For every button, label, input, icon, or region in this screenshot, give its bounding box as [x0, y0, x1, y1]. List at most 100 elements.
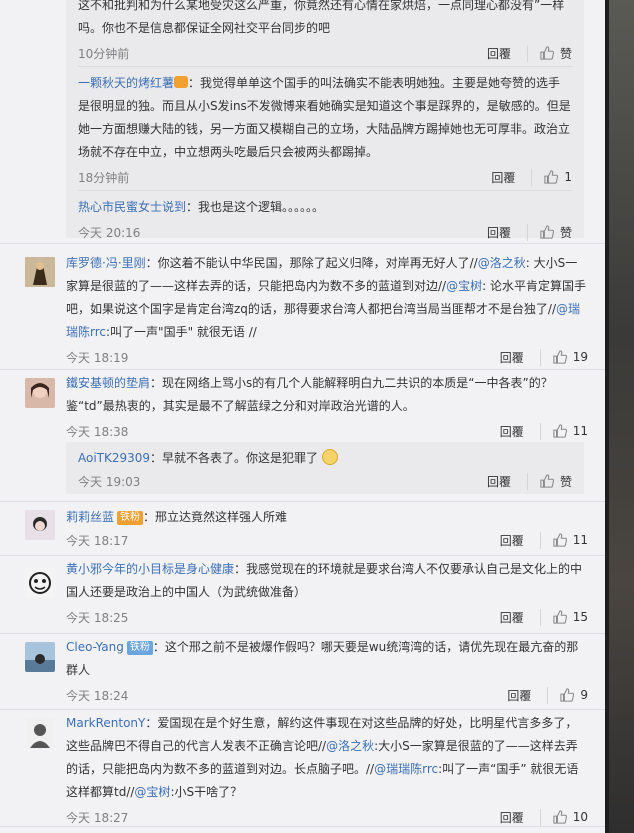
reply-username[interactable]: 热心市民蜜女士说到 — [78, 200, 186, 214]
like-button[interactable]: 15 — [541, 610, 588, 624]
comment-text: 库罗德·冯·里刚：你这着不能认中华民国，那除了起义归降，对岸再无好人了//@洛之… — [66, 252, 588, 344]
comment-username[interactable]: 黄小邪今年的小目标是身心健康 — [66, 562, 234, 576]
comment-item: 莉莉丝蓝 铁粉 ：邢立达竟然这样强人所难 今天 18:17 回覆 11 — [0, 501, 605, 555]
like-count: 19 — [572, 350, 588, 364]
thumbs-up-icon — [553, 810, 567, 824]
like-button[interactable]: 赞 — [528, 473, 572, 490]
thumbs-up-icon — [553, 610, 567, 624]
like-label: 赞 — [559, 46, 572, 61]
like-count: 15 — [572, 610, 588, 624]
background-photo — [605, 0, 634, 833]
comment-username[interactable]: Cleo-Yang — [66, 640, 124, 654]
like-count: 9 — [580, 688, 588, 702]
fan-badge: 铁粉 — [126, 641, 153, 655]
thumbs-up-icon — [540, 474, 554, 488]
mention-link[interactable]: @洛之秋 — [326, 739, 374, 753]
comment-text: Cleo-Yang 铁粉 ：这个邢之前不是被爆作假吗？哪天要是wu统湾湾的话，请优先… — [66, 636, 588, 682]
comment-text-part: ：邢立达竟然这样强人所难 — [143, 510, 288, 524]
like-button[interactable]: 11 — [541, 424, 588, 438]
avatar[interactable] — [25, 568, 55, 598]
reply-button[interactable]: 回覆 — [487, 223, 528, 241]
comment-username[interactable]: 库罗德·冯·里刚 — [66, 256, 146, 270]
nested-reply-text: 这不和批判和为什么某地受灾这么严重，你竟然还有心情在家烘焙，一点同理心都没有”一… — [78, 0, 565, 35]
comment-text-part: :叫了一声"国手" 就很无语 // — [106, 325, 257, 339]
like-count: 10 — [572, 810, 588, 824]
reply-button[interactable]: 回覆 — [500, 422, 541, 440]
avatar[interactable] — [25, 642, 55, 672]
nested-reply-text: ：我也是这个逻辑。。。。。。 — [186, 200, 325, 214]
comment-username[interactable]: 莉莉丝蓝 — [66, 510, 114, 524]
avatar[interactable] — [25, 718, 55, 748]
comment-time: 今天 18:19 — [66, 350, 129, 365]
comment-time: 今天 18:38 — [66, 424, 129, 439]
comment-time: 今天 18:24 — [66, 688, 129, 703]
thumbs-up-icon — [540, 225, 554, 239]
thumbs-up-icon — [553, 533, 567, 547]
reply-button[interactable]: 回覆 — [500, 608, 541, 626]
reply-time: 今天 19:03 — [78, 474, 141, 489]
reply-username[interactable]: 一颗秋天的烤红薯 — [78, 76, 174, 90]
nested-reply: 这不和批判和为什么某地受灾这么严重，你竟然还有心情在家烘焙，一点同理心都没有”一… — [78, 0, 572, 66]
mention-link[interactable]: @宝树 — [134, 785, 170, 799]
comment-text: 莉莉丝蓝 铁粉 ：邢立达竟然这样强人所难 — [66, 506, 588, 529]
reply-button[interactable]: 回覆 — [500, 531, 541, 549]
like-button[interactable]: 赞 — [528, 224, 572, 241]
comment-text: 鐵安基顿的垫肩：现在网络上骂小s的有几个人能解释明白九二共识的本质是“一中各表”… — [66, 372, 588, 418]
nested-reply: 热心市民蜜女士说到：我也是这个逻辑。。。。。。 今天 20:16 回覆 赞 — [78, 191, 572, 245]
like-button[interactable]: 1 — [532, 170, 572, 184]
comment-text: 黄小邪今年的小目标是身心健康：我感觉现在的环境就是要求台湾人不仅要承认自己是文化… — [66, 558, 588, 604]
comment-item: 黄小邪今年的小目标是身心健康：我感觉现在的环境就是要求台湾人不仅要承认自己是文化… — [0, 555, 605, 633]
mention-link[interactable]: @宝树 — [446, 279, 482, 293]
reply-button[interactable]: 回覆 — [500, 348, 541, 366]
like-label: 赞 — [559, 225, 572, 240]
like-count: 11 — [572, 424, 588, 438]
like-label: 赞 — [559, 474, 572, 489]
fire-badge-icon — [174, 76, 189, 88]
reply-button[interactable]: 回覆 — [500, 808, 541, 826]
mention-link[interactable]: @洛之秋 — [478, 256, 526, 270]
avatar[interactable] — [25, 257, 55, 287]
avatar[interactable] — [25, 510, 55, 540]
nested-reply: 一颗秋天的烤红薯 ：我觉得单单这个国手的叫法确实不能表明她独。主要是她夸赞的选手是… — [78, 67, 572, 190]
comment-panel: 这不和批判和为什么某地受灾这么严重，你竟然还有心情在家烘焙，一点同理心都没有”一… — [0, 0, 605, 833]
thumbs-up-icon — [560, 688, 575, 702]
comment-text-part: ：你这着不能认中华民国，那除了起义归降，对岸再无好人了// — [145, 256, 478, 270]
reply-button[interactable]: 回覆 — [487, 44, 528, 62]
avatar[interactable] — [25, 378, 55, 408]
thumbs-up-icon — [540, 46, 554, 60]
comment-username[interactable]: 鐵安基顿的垫肩 — [66, 376, 150, 390]
divider — [0, 826, 605, 827]
emoji-icon — [321, 449, 338, 465]
like-button[interactable]: 赞 — [528, 45, 572, 62]
like-count: 1 — [564, 170, 572, 184]
reply-time: 18分钟前 — [78, 170, 130, 185]
comment-item: 库罗德·冯·里刚：你这着不能认中华民国，那除了起义归降，对岸再无好人了//@洛之… — [0, 243, 605, 369]
thumbs-up-icon — [544, 170, 559, 184]
comment-time: 今天 18:27 — [66, 810, 129, 825]
comment-text-part: :小S干啥了？ — [170, 785, 243, 799]
reply-button[interactable]: 回覆 — [487, 472, 528, 490]
nested-replies: 这不和批判和为什么某地受灾这么严重，你竟然还有心情在家烘焙，一点同理心都没有”一… — [66, 0, 584, 241]
reply-username[interactable]: AoiTK29309 — [78, 451, 150, 465]
reply-button[interactable]: 回覆 — [507, 686, 549, 704]
sub-reply: AoiTK29309：早就不各表了。你这是犯罪了 今天 19:03 回覆 赞 — [66, 442, 584, 494]
comment-time: 今天 18:25 — [66, 610, 129, 625]
comment-text: MarkRentonY：爱国现在是个好生意，解约这件事现在对这些品牌的好处，比明… — [66, 712, 588, 804]
like-button[interactable]: 11 — [541, 533, 588, 547]
nested-reply-text: ：早就不各表了。你这是犯罪了 — [150, 451, 319, 465]
reply-time: 今天 20:16 — [78, 225, 141, 240]
fan-badge: 铁粉 — [117, 511, 144, 525]
comment-time: 今天 18:17 — [66, 533, 129, 548]
comment-item: Cleo-Yang 铁粉 ：这个邢之前不是被爆作假吗？哪天要是wu统湾湾的话，请优先… — [0, 633, 605, 709]
like-button[interactable]: 9 — [548, 688, 588, 702]
reply-button[interactable]: 回覆 — [491, 168, 533, 186]
comment-username[interactable]: MarkRentonY — [66, 716, 145, 730]
thumbs-up-icon — [553, 350, 567, 364]
comment-item: MarkRentonY：爱国现在是个好生意，解约这件事现在对这些品牌的好处，比明… — [0, 709, 605, 833]
mention-link[interactable]: @瑞瑞陈rrc — [374, 762, 438, 776]
thumbs-up-icon — [553, 424, 567, 438]
reply-time: 10分钟前 — [78, 46, 130, 61]
like-button[interactable]: 10 — [541, 810, 588, 824]
like-count: 11 — [572, 533, 588, 547]
like-button[interactable]: 19 — [541, 350, 588, 364]
